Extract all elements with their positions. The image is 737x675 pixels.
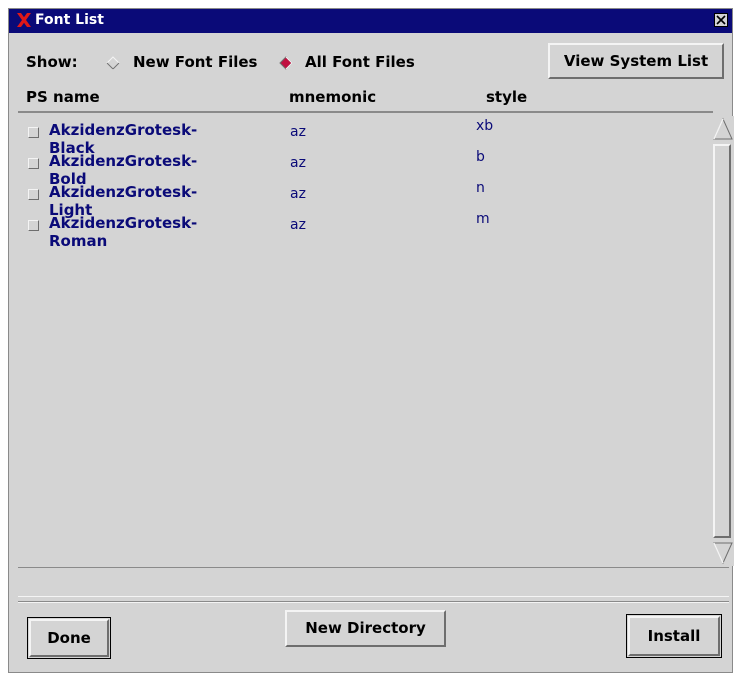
close-icon[interactable] — [714, 13, 728, 27]
show-label: Show: — [26, 53, 78, 71]
title-bar[interactable]: Font List — [9, 9, 732, 33]
column-header-mnemonic[interactable]: mnemonic — [289, 88, 376, 106]
button-divider — [18, 601, 729, 603]
scroll-thumb[interactable] — [713, 144, 731, 538]
scroll-down-arrow-icon[interactable] — [712, 540, 734, 570]
font-ps-name: AkzidenzGrotesk-Roman — [49, 214, 198, 250]
row-checkbox[interactable] — [28, 158, 39, 169]
vertical-scrollbar[interactable] — [712, 116, 734, 566]
font-list-window: Font List Show: New Font Files All Font … — [8, 8, 734, 673]
column-header-ps-name[interactable]: PS name — [26, 88, 100, 106]
font-mnemonic: az — [290, 155, 306, 171]
radio-new-font-files[interactable] — [106, 56, 120, 70]
radio-label-all-font-files[interactable]: All Font Files — [305, 53, 415, 71]
scroll-up-arrow-icon[interactable] — [712, 116, 734, 146]
window-title: Font List — [35, 12, 104, 28]
radio-all-font-files[interactable] — [279, 56, 293, 70]
radio-label-new-font-files[interactable]: New Font Files — [133, 53, 257, 71]
font-mnemonic: az — [290, 186, 306, 202]
install-button[interactable]: Install — [628, 616, 720, 656]
row-checkbox[interactable] — [28, 220, 39, 231]
font-style: m — [476, 211, 490, 227]
done-button[interactable]: Done — [29, 619, 109, 657]
font-style: n — [476, 180, 485, 196]
row-checkbox[interactable] — [28, 189, 39, 200]
app-x-icon — [15, 10, 33, 30]
font-mnemonic: az — [290, 124, 306, 140]
view-system-list-button[interactable]: View System List — [548, 43, 724, 79]
font-mnemonic: az — [290, 217, 306, 233]
font-style: b — [476, 149, 485, 165]
status-field — [18, 567, 729, 597]
list-top-divider — [18, 111, 713, 113]
column-header-style[interactable]: style — [486, 88, 527, 106]
font-style: xb — [476, 118, 494, 134]
row-checkbox[interactable] — [28, 127, 39, 138]
new-directory-button[interactable]: New Directory — [285, 610, 446, 647]
